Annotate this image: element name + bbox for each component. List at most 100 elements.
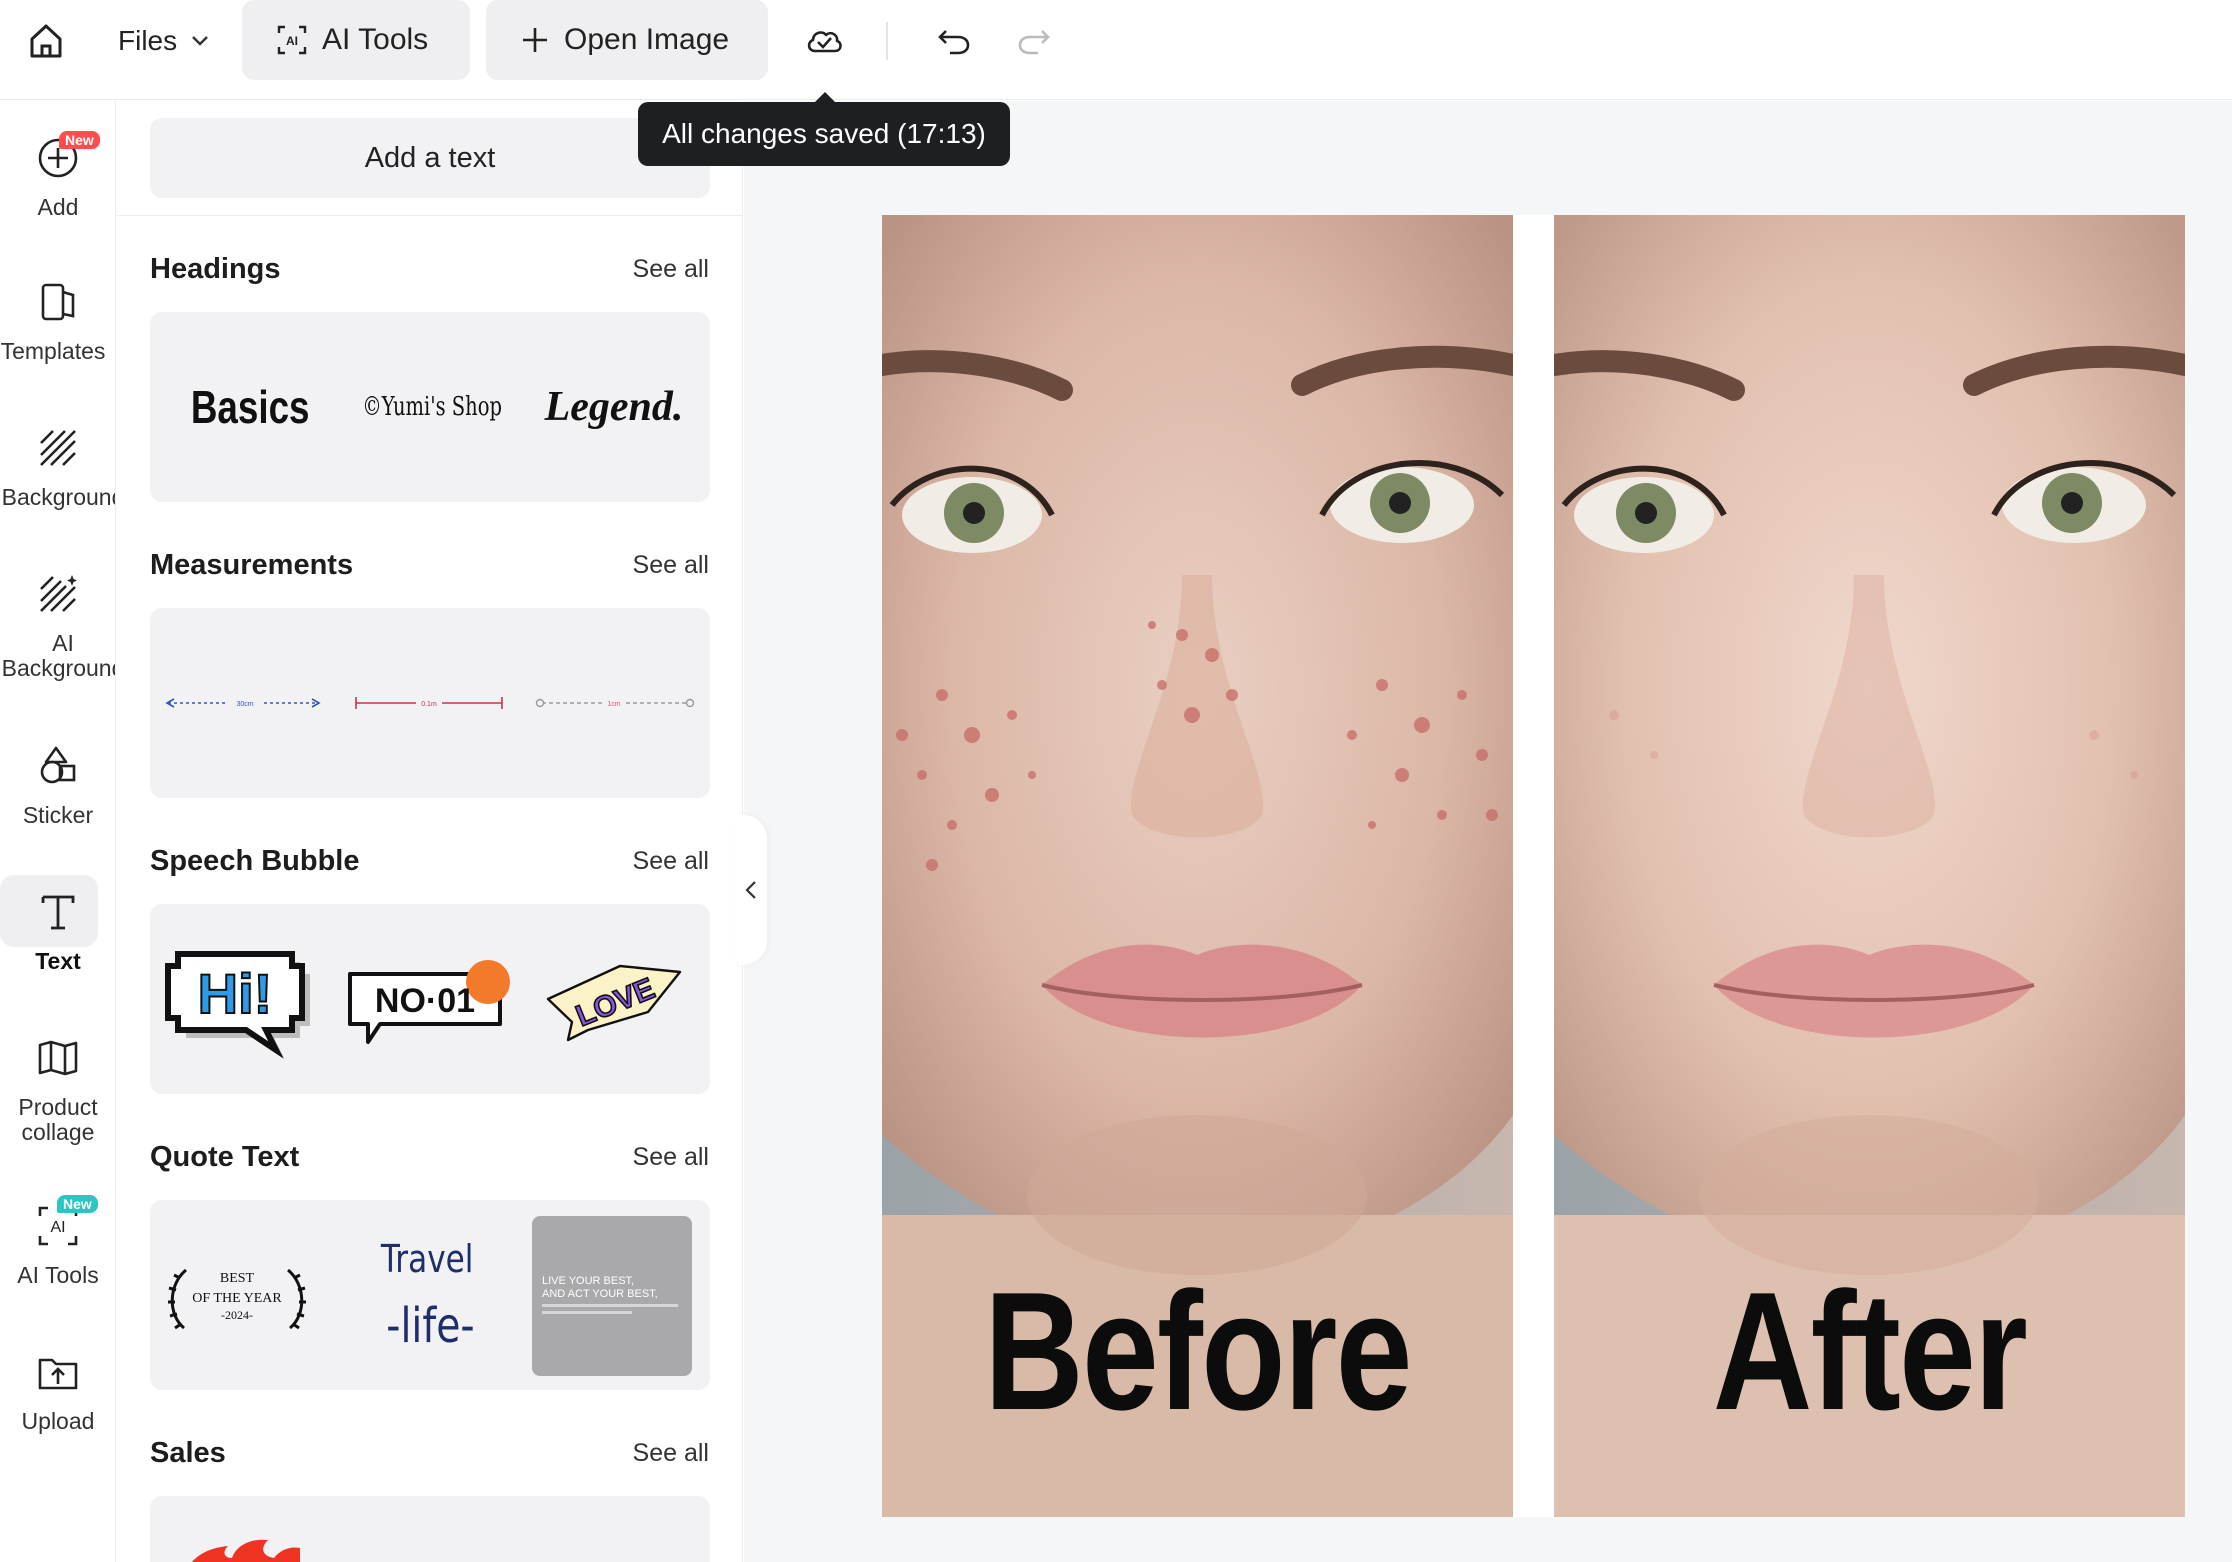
- home-button[interactable]: [20, 18, 72, 64]
- artboard[interactable]: Before After: [882, 215, 2185, 1517]
- svg-text:AI: AI: [286, 34, 298, 48]
- new-badge: New: [57, 1195, 98, 1213]
- ai-scan-icon: AI: [277, 25, 307, 55]
- heading-sample-text: ©Yumi's Shop: [362, 392, 502, 422]
- see-all-quote-text[interactable]: See all: [633, 1143, 709, 1172]
- section-title-measurements: Measurements: [150, 549, 354, 581]
- quote-sample-best-of-year[interactable]: BEST OF THE YEAR -2024-: [168, 1268, 306, 1330]
- left-rail: New Add Templates Background AI Backgrou…: [0, 101, 116, 1562]
- speech-bubble-card: Hi! NO·01 LOVE: [150, 904, 710, 1094]
- measure-sample-1[interactable]: 30cm: [165, 698, 321, 708]
- templates-icon: [33, 277, 83, 327]
- after-photo[interactable]: After: [1554, 215, 2185, 1517]
- toolbar-divider: [886, 22, 888, 60]
- quote-samples: BEST OF THE YEAR -2024- Travel -life- LI…: [168, 1216, 692, 1376]
- text-t-icon: [33, 887, 83, 937]
- files-label: Files: [118, 25, 178, 56]
- see-all-sales[interactable]: See all: [633, 1439, 709, 1468]
- heading-sample-basics[interactable]: Basics: [164, 312, 336, 502]
- undo-button[interactable]: [930, 18, 978, 64]
- chevron-left-icon: [745, 881, 756, 899]
- panel-divider: [117, 215, 742, 216]
- quote-sample-live-your-best[interactable]: LIVE YOUR BEST, AND ACT YOUR BEST,: [532, 1216, 692, 1376]
- files-menu[interactable]: Files: [108, 18, 219, 64]
- section-title-headings: Headings: [150, 253, 281, 285]
- rail-item-add[interactable]: New Add: [0, 131, 115, 220]
- chevron-down-icon: [192, 36, 209, 46]
- measure-label: 30cm: [236, 701, 253, 708]
- rail-item-sticker[interactable]: Sticker: [0, 741, 115, 828]
- section-title-speech-bubble: Speech Bubble: [150, 845, 360, 877]
- quote-line: LIVE YOUR BEST,: [542, 1275, 634, 1287]
- add-text-button[interactable]: Add a text: [150, 118, 710, 198]
- heading-sample-legend[interactable]: Legend.: [528, 312, 700, 502]
- rail-label: Templates: [0, 338, 106, 364]
- rail-label: Sticker: [22, 802, 94, 828]
- section-title-sales: Sales: [150, 1437, 226, 1469]
- collage-icon: [33, 1033, 83, 1083]
- before-label: Before: [984, 1257, 1412, 1445]
- measurement-samples: 30cm 0.1m 1cm: [165, 697, 695, 709]
- ai-background-icon: [33, 569, 83, 619]
- add-text-label: Add a text: [364, 141, 496, 174]
- bubble-text: Hi!: [198, 962, 273, 1025]
- ai-tools-icon: AI New: [33, 1195, 98, 1251]
- measure-label: 1cm: [607, 701, 620, 708]
- rail-label: AI Background: [1, 630, 116, 681]
- new-badge: New: [59, 131, 100, 149]
- cloud-save-button[interactable]: [800, 18, 848, 64]
- quote-line: -life-: [386, 1298, 474, 1354]
- rail-item-upload[interactable]: Upload: [0, 1347, 115, 1434]
- tooltip-text: All changes saved (17:13): [662, 118, 986, 149]
- quote-text-card: BEST OF THE YEAR -2024- Travel -life- LI…: [150, 1200, 710, 1390]
- rail-item-ai-background[interactable]: AI Background: [0, 569, 116, 681]
- redo-button[interactable]: [1010, 18, 1058, 64]
- heading-sample-text: Basics: [190, 381, 310, 433]
- bubble-sample-love[interactable]: LOVE: [546, 964, 682, 1042]
- ai-tools-button[interactable]: AI AI Tools: [242, 0, 470, 80]
- home-icon: [30, 24, 62, 58]
- section-title-quote-text: Quote Text: [150, 1141, 300, 1173]
- cloud-check-icon: [807, 31, 842, 53]
- ai-tools-label: AI Tools: [322, 23, 429, 56]
- measurements-card: 30cm 0.1m 1cm: [150, 608, 710, 798]
- collapse-panel-handle[interactable]: [735, 815, 767, 965]
- rail-label: Background: [1, 484, 116, 510]
- bubble-text: NO·01: [375, 982, 475, 1020]
- measure-sample-3[interactable]: 1cm: [535, 698, 695, 708]
- rail-item-background[interactable]: Background: [0, 423, 116, 510]
- svg-text:AI: AI: [50, 1219, 65, 1236]
- rail-item-text[interactable]: Text: [0, 875, 115, 974]
- bubble-sample-no01[interactable]: NO·01: [348, 960, 510, 1044]
- measure-label: 0.1m: [421, 701, 437, 708]
- rail-item-ai-tools[interactable]: AI New AI Tools: [0, 1195, 115, 1288]
- rail-item-templates[interactable]: Templates: [0, 277, 115, 364]
- see-all-speech-bubble[interactable]: See all: [633, 847, 709, 876]
- see-all-headings[interactable]: See all: [633, 255, 709, 284]
- headings-card: Basics ©Yumi's Shop Legend.: [150, 312, 710, 502]
- upload-icon: [33, 1347, 83, 1397]
- quote-line: BEST: [220, 1271, 255, 1286]
- after-label: After: [1712, 1257, 2028, 1445]
- sales-card: [150, 1496, 710, 1562]
- bubble-sample-hi[interactable]: Hi!: [165, 951, 310, 1059]
- rail-label: Upload: [21, 1408, 95, 1434]
- open-image-button[interactable]: Open Image: [486, 0, 768, 80]
- rail-label: Add: [37, 194, 79, 220]
- text-panel: Add a text Headings See all Basics ©Yumi…: [117, 101, 743, 1562]
- quote-sample-travel-life[interactable]: Travel -life-: [380, 1238, 475, 1354]
- rail-label: Product collage: [18, 1094, 98, 1145]
- save-status-tooltip: All changes saved (17:13): [638, 92, 1010, 166]
- quote-line: Travel: [380, 1238, 473, 1282]
- see-all-measurements[interactable]: See all: [633, 551, 709, 580]
- rail-item-product-collage[interactable]: Product collage: [0, 1033, 115, 1145]
- redo-icon: [1018, 30, 1050, 55]
- background-hatch-icon: [33, 423, 83, 473]
- sticker-icon: [33, 741, 83, 791]
- measure-sample-2[interactable]: 0.1m: [355, 697, 503, 709]
- add-circle-icon: New: [33, 131, 100, 183]
- sales-sample-flame[interactable]: [150, 1496, 710, 1562]
- heading-sample-yumis-shop[interactable]: ©Yumi's Shop: [346, 312, 518, 502]
- rail-label: AI Tools: [17, 1262, 99, 1288]
- before-photo[interactable]: Before: [882, 215, 1513, 1517]
